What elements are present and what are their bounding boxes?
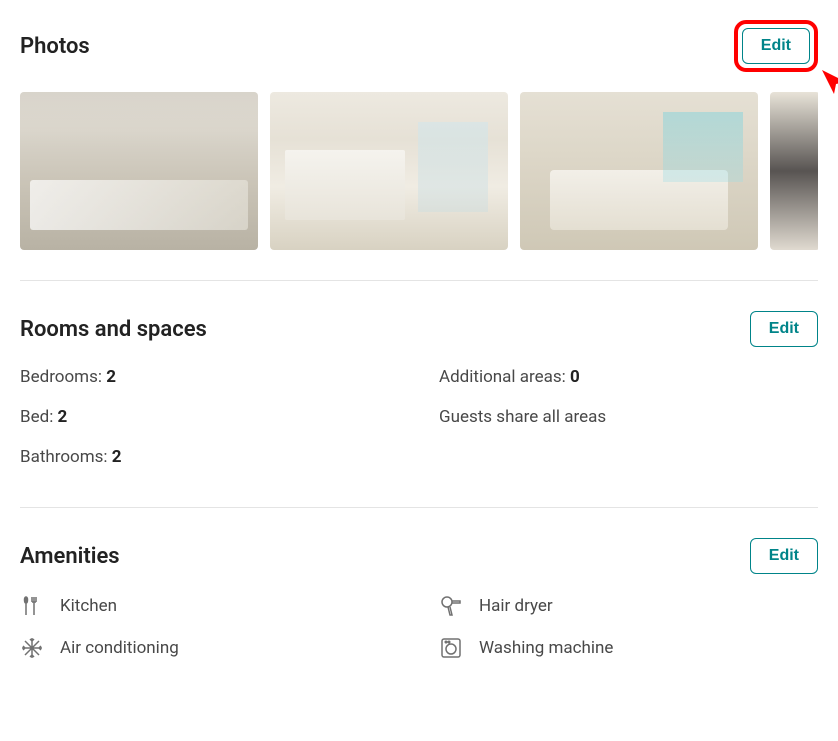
- amenities-right-col: Hair dryer Washing machine: [439, 594, 818, 678]
- guests-share-line: Guests share all areas: [439, 407, 818, 427]
- bedrooms-value: 2: [106, 367, 116, 387]
- photo-strip[interactable]: [20, 92, 818, 250]
- rooms-header: Rooms and spaces Edit: [20, 311, 818, 347]
- bed-value: 2: [58, 407, 68, 427]
- bathrooms-line: Bathrooms: 2: [20, 447, 399, 467]
- rooms-title: Rooms and spaces: [20, 317, 207, 342]
- photos-header: Photos Edit: [20, 20, 818, 72]
- hairdryer-icon: [439, 594, 463, 618]
- amenity-hairdryer-label: Hair dryer: [479, 596, 553, 616]
- washer-icon: [439, 636, 463, 660]
- amenity-washer: Washing machine: [439, 636, 818, 660]
- divider: [20, 280, 818, 281]
- edit-photos-highlight: Edit: [734, 20, 818, 72]
- amenity-aircon: Air conditioning: [20, 636, 399, 660]
- photo-thumb-2[interactable]: [270, 92, 508, 250]
- photo-thumb-1[interactable]: [20, 92, 258, 250]
- bed-line: Bed: 2: [20, 407, 399, 427]
- additional-areas-value: 0: [570, 367, 580, 387]
- bed-label: Bed:: [20, 407, 58, 427]
- rooms-section: Rooms and spaces Edit Bedrooms: 2 Bed: 2…: [20, 311, 818, 508]
- kitchen-icon: [20, 594, 44, 618]
- cursor-arrow-icon: [816, 64, 838, 100]
- photo-thumb-3[interactable]: [520, 92, 758, 250]
- edit-photos-button[interactable]: Edit: [742, 28, 810, 64]
- divider: [20, 507, 818, 508]
- bedrooms-label: Bedrooms:: [20, 367, 106, 387]
- edit-rooms-button[interactable]: Edit: [750, 311, 818, 347]
- additional-areas-line: Additional areas: 0: [439, 367, 818, 387]
- amenities-left-col: Kitchen Air conditioning: [20, 594, 399, 678]
- amenity-kitchen-label: Kitchen: [60, 596, 117, 616]
- photos-title: Photos: [20, 34, 90, 59]
- amenity-hairdryer: Hair dryer: [439, 594, 818, 618]
- amenities-section: Amenities Edit Kitchen Air conditioning: [20, 538, 818, 678]
- photos-section: Photos Edit: [20, 20, 818, 281]
- bathrooms-label: Bathrooms:: [20, 447, 112, 467]
- edit-amenities-button[interactable]: Edit: [750, 538, 818, 574]
- rooms-left-col: Bedrooms: 2 Bed: 2 Bathrooms: 2: [20, 367, 399, 487]
- amenity-washer-label: Washing machine: [479, 638, 613, 658]
- bathrooms-value: 2: [112, 447, 122, 467]
- amenity-aircon-label: Air conditioning: [60, 638, 179, 658]
- amenities-title: Amenities: [20, 544, 120, 569]
- bedrooms-line: Bedrooms: 2: [20, 367, 399, 387]
- amenities-header: Amenities Edit: [20, 538, 818, 574]
- snowflake-icon: [20, 636, 44, 660]
- rooms-info: Bedrooms: 2 Bed: 2 Bathrooms: 2 Addition…: [20, 367, 818, 487]
- photo-thumb-4[interactable]: [770, 92, 818, 250]
- rooms-right-col: Additional areas: 0 Guests share all are…: [439, 367, 818, 487]
- additional-areas-label: Additional areas:: [439, 367, 570, 387]
- amenity-kitchen: Kitchen: [20, 594, 399, 618]
- guests-share-label: Guests share all areas: [439, 407, 606, 427]
- amenities-list: Kitchen Air conditioning Hair dryer W: [20, 594, 818, 678]
